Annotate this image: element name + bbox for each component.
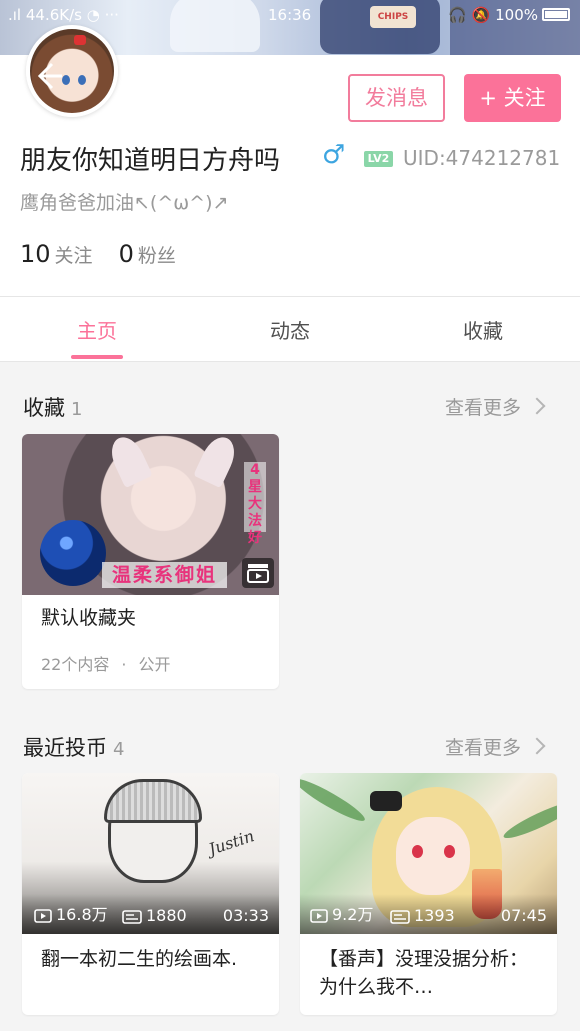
video-duration: 07:45 (500, 906, 547, 925)
tab-dynamics[interactable]: 动态 (230, 315, 350, 344)
status-battery-text: 🎧 🔕 100% (448, 6, 538, 24)
thumb-signature-text: Justin (206, 826, 257, 859)
hair-ribbon (370, 791, 402, 811)
video-card[interactable]: Justin 16.8万 1880 03:33 翻一本初二生的绘画本. (22, 773, 279, 1015)
favorites-count: 1 (71, 399, 83, 420)
favorites-title-text: 收藏 (23, 396, 65, 420)
user-signature: 鹰角爸爸加油↖(^ω^)↗ (20, 192, 229, 214)
favorites-see-more-text: 查看更多 (445, 397, 522, 419)
avatar-bow (74, 35, 86, 45)
folder-thumbnail: 4星大法好 温柔系御姐 (22, 434, 279, 595)
video-danmaku: 1880 (122, 906, 187, 925)
playlist-icon (242, 558, 274, 588)
video-title: 【番声】没理没据分析：为什么我不… (319, 948, 529, 998)
tab-home[interactable]: 主页 (37, 315, 157, 344)
coins-see-more-link[interactable]: 查看更多 (445, 733, 546, 760)
blue-orb-image (40, 520, 106, 586)
follow-button[interactable]: + 关注 (464, 74, 561, 122)
coins-count: 4 (113, 739, 125, 760)
video-thumbnail: Justin 16.8万 1880 03:33 (22, 773, 279, 934)
user-uid: UID:474212781 (403, 146, 561, 170)
video-views: 16.8万 (34, 901, 108, 925)
folder-name: 默认收藏夹 (41, 607, 137, 629)
following-label[interactable]: 关注 (55, 245, 93, 267)
coins-title-text: 最近投币 (23, 736, 107, 760)
back-arrow-icon[interactable] (30, 58, 66, 94)
favorites-see-more-link[interactable]: 查看更多 (445, 393, 546, 420)
send-message-button[interactable]: 发消息 (348, 74, 445, 122)
danmaku-icon (122, 910, 142, 924)
coins-section-title: 最近投币 4 (23, 732, 124, 762)
status-time: 16:36 (268, 6, 312, 24)
video-title: 翻一本初二生的绘画本. (41, 948, 238, 970)
danmaku-icon (390, 910, 410, 924)
following-count[interactable]: 10 (20, 240, 51, 268)
chevron-right-icon (528, 737, 546, 755)
level-badge: LV2 (364, 151, 393, 167)
status-bar: .ıl 44.6K/s ◔ ··· 16:36 🎧 🔕 100% (0, 0, 580, 30)
profile-tabs: 主页 动态 收藏 (0, 296, 580, 362)
battery-icon (542, 8, 570, 21)
video-thumbnail: 9.2万 1393 07:45 (300, 773, 557, 934)
thumb-caption-tag: 温柔系御姐 (102, 562, 228, 588)
coins-see-more-text: 查看更多 (445, 737, 522, 759)
active-tab-indicator (71, 355, 123, 359)
followers-count[interactable]: 0 (119, 240, 134, 268)
followers-label[interactable]: 粉丝 (138, 245, 176, 267)
favorite-folder-card[interactable]: 4星大法好 温柔系御姐 默认收藏夹 22个内容 · 公开 (22, 434, 279, 689)
status-right-icons: 🎧 🔕 100% (448, 6, 570, 24)
username: 朋友你知道明日方舟吗 (20, 146, 281, 176)
video-views: 9.2万 (310, 901, 373, 925)
follow-stats: 10 关注 0 粉丝 (20, 240, 202, 268)
folder-content-count: 22个内容 (41, 655, 110, 674)
folder-visibility: 公开 (138, 655, 171, 674)
chevron-right-icon (528, 397, 546, 415)
play-count-icon (34, 909, 52, 923)
play-count-icon (310, 909, 328, 923)
favorites-section-title: 收藏 1 (23, 392, 82, 422)
video-duration: 03:33 (222, 906, 269, 925)
thumb-vertical-text: 4星大法好 (244, 462, 266, 546)
folder-meta: 22个内容 · 公开 (41, 655, 171, 674)
tab-favorites[interactable]: 收藏 (423, 315, 543, 344)
video-card[interactable]: 9.2万 1393 07:45 【番声】没理没据分析：为什么我不… (300, 773, 557, 1015)
status-signal-speed: .ıl 44.6K/s ◔ ··· (8, 6, 119, 24)
male-gender-icon: ♂ (322, 140, 346, 170)
video-danmaku: 1393 (390, 906, 455, 925)
